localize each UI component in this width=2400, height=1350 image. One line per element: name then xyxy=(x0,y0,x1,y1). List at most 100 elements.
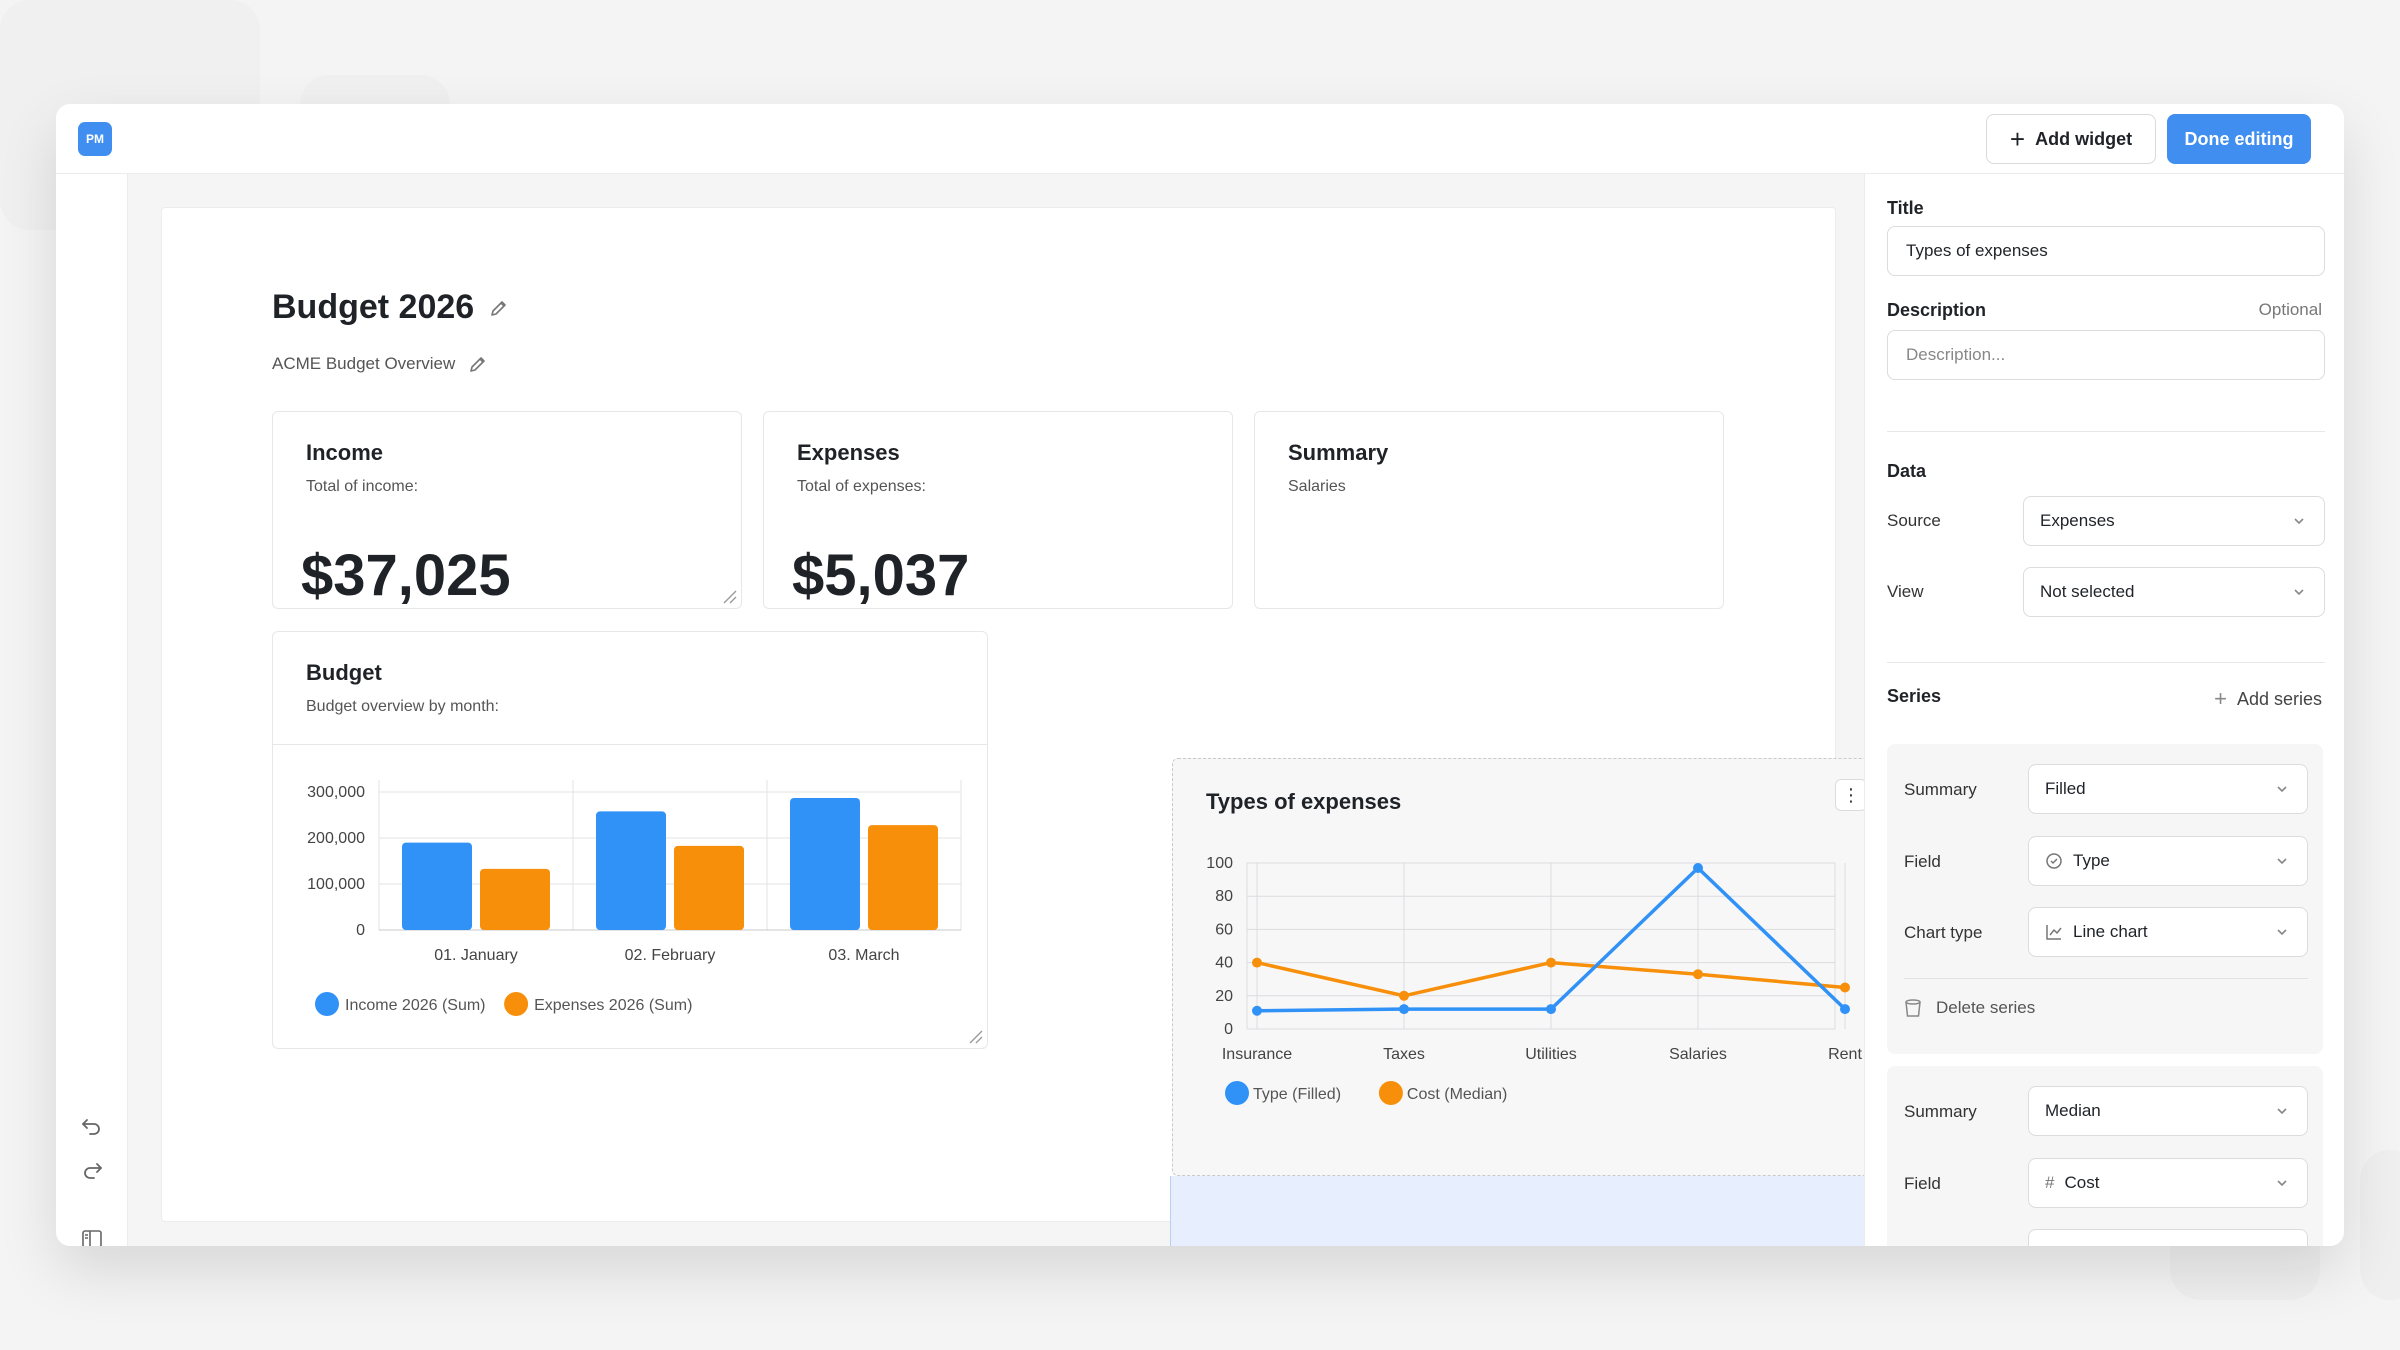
page-title: Budget 2026 xyxy=(272,288,510,327)
y-tick-label: 20 xyxy=(1215,988,1233,1005)
y-tick-label: 80 xyxy=(1215,888,1233,905)
resize-handle-icon[interactable] xyxy=(967,1028,983,1044)
source-value: Expenses xyxy=(2040,511,2115,530)
y-tick-label: 200,000 xyxy=(307,830,365,847)
more-options-icon[interactable]: ⋮ xyxy=(1835,779,1867,811)
series-summary-select[interactable]: Filled xyxy=(2028,764,2308,814)
expenses-card[interactable]: Expenses Total of expenses: $5,037 xyxy=(763,411,1233,609)
number-field-icon: # xyxy=(2045,1173,2055,1192)
bar xyxy=(868,825,938,930)
view-value: Not selected xyxy=(2040,582,2135,601)
view-label: View xyxy=(1887,582,1924,601)
x-tick-label: Utilities xyxy=(1525,1046,1577,1063)
data-section-label: Data xyxy=(1887,461,1927,481)
legend-swatch xyxy=(1378,1081,1403,1105)
title-label: Title xyxy=(1887,198,1924,218)
undo-icon[interactable] xyxy=(79,1114,105,1140)
app-window: PM + Add widget Done editing Budget 2026… xyxy=(56,104,2344,1246)
y-tick-label: 40 xyxy=(1215,955,1233,972)
series-summary-value: Filled xyxy=(2045,779,2086,798)
page-subtitle: ACME Budget Overview xyxy=(272,353,489,375)
income-card-subtitle: Total of income: xyxy=(306,478,419,495)
data-point xyxy=(1399,1004,1409,1015)
legend-swatch xyxy=(1225,1081,1249,1105)
legend-swatch xyxy=(315,992,339,1016)
chevron-down-icon xyxy=(2277,858,2287,865)
budget-card-subtitle: Budget overview by month: xyxy=(306,698,499,715)
series-chart-type-select[interactable] xyxy=(2028,1229,2308,1246)
income-card[interactable]: Income Total of income: $37,025 xyxy=(272,411,742,609)
chevron-down-icon xyxy=(2294,518,2304,525)
top-toolbar: PM + Add widget Done editing xyxy=(56,104,2344,174)
y-tick-label: 100 xyxy=(1206,855,1233,872)
series-field-label: Field xyxy=(1904,1174,1941,1193)
x-tick-label: 02. February xyxy=(625,947,716,964)
summary-card[interactable]: Summary Salaries xyxy=(1254,411,1724,609)
expenses-card-title: Expenses xyxy=(797,440,900,465)
description-input[interactable]: Description... xyxy=(1887,330,2325,380)
bar xyxy=(674,845,744,930)
budget-card-title: Budget xyxy=(306,660,382,685)
x-tick-label: Insurance xyxy=(1222,1046,1292,1063)
source-label: Source xyxy=(1887,511,1941,530)
edit-subtitle-pencil-icon[interactable] xyxy=(467,353,489,375)
type-field-icon xyxy=(2046,853,2062,869)
done-editing-button[interactable]: Done editing xyxy=(2167,114,2311,164)
data-point xyxy=(1252,957,1262,968)
redo-icon[interactable] xyxy=(79,1158,105,1184)
title-input[interactable]: Types of expenses xyxy=(1887,226,2325,276)
line-chart-icon xyxy=(2046,925,2062,940)
legend-label: Expenses 2026 (Sum) xyxy=(534,997,692,1014)
chevron-down-icon xyxy=(2277,1108,2287,1115)
data-point xyxy=(1693,969,1703,980)
y-tick-label: 300,000 xyxy=(307,784,365,801)
chevron-down-icon xyxy=(2277,929,2287,936)
trash-icon xyxy=(1905,999,1921,1017)
summary-card-subtitle: Salaries xyxy=(1288,478,1346,495)
data-point xyxy=(1546,1004,1556,1015)
edit-title-pencil-icon[interactable] xyxy=(488,297,510,319)
add-series-button[interactable]: + Add series xyxy=(2214,686,2322,712)
sidebar-toggle-icon[interactable] xyxy=(79,1226,105,1246)
series-chart-type-select[interactable]: Line chart xyxy=(2028,907,2308,957)
plus-icon: + xyxy=(2214,686,2227,711)
series-field-select[interactable]: # Cost xyxy=(2028,1158,2308,1208)
expenses-card-value: $5,037 xyxy=(792,543,970,608)
series-field-value: Cost xyxy=(2064,1173,2100,1192)
background-window-shape xyxy=(2360,1150,2400,1300)
x-tick-label: 01. January xyxy=(434,947,518,964)
series-summary-select[interactable]: Median xyxy=(2028,1086,2308,1136)
series-summary-value: Median xyxy=(2045,1101,2101,1120)
x-tick-label: Rent xyxy=(1828,1046,1862,1063)
add-widget-button[interactable]: + Add widget xyxy=(1986,114,2156,164)
page-title-text: Budget 2026 xyxy=(272,288,475,326)
data-point xyxy=(1693,862,1703,873)
data-point xyxy=(1252,1005,1262,1016)
delete-series-button[interactable]: Delete series xyxy=(1904,998,2035,1018)
resize-handle-icon[interactable] xyxy=(721,588,737,604)
budget-card[interactable]: Budget Budget overview by month: 0 100,00… xyxy=(272,631,988,1049)
delete-series-label: Delete series xyxy=(1936,998,2036,1017)
x-tick-label: Taxes xyxy=(1383,1046,1425,1063)
panel-divider xyxy=(1887,662,2325,663)
chevron-down-icon xyxy=(2277,786,2287,793)
y-tick-label: 100,000 xyxy=(307,876,365,893)
view-select[interactable]: Not selected xyxy=(2023,567,2325,617)
bar xyxy=(596,811,666,930)
types-of-expenses-card[interactable]: Types of expenses ⋮ 0 20 40 60 80 100 Insuranc… xyxy=(1172,758,1886,1176)
types-card-title: Types of expenses xyxy=(1206,789,1402,814)
plus-icon: + xyxy=(2009,124,2026,154)
series-section-label: Series xyxy=(1887,686,1942,706)
legend-swatch xyxy=(504,992,529,1016)
bar xyxy=(480,868,550,930)
summary-card-title: Summary xyxy=(1288,440,1389,465)
y-tick-label: 60 xyxy=(1215,921,1233,938)
x-tick-label: Salaries xyxy=(1669,1046,1727,1063)
left-rail xyxy=(56,174,128,1246)
panel-divider xyxy=(1887,431,2325,432)
add-series-label: Add series xyxy=(2236,688,2322,709)
series-box-2: Summary Median Field # Cost xyxy=(1887,1066,2323,1246)
legend-label: Cost (Median) xyxy=(1407,1086,1507,1103)
series-field-select[interactable]: Type xyxy=(2028,836,2308,886)
source-select[interactable]: Expenses xyxy=(2023,496,2325,546)
